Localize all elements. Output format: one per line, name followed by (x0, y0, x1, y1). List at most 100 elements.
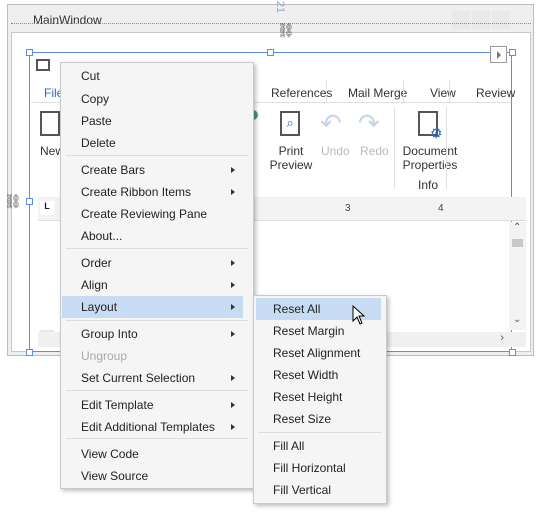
print-preview-button[interactable]: Print Preview (262, 144, 320, 172)
print-preview-icon[interactable]: ⌕ (280, 111, 300, 136)
menu-item-create-reviewing-pane[interactable]: Create Reviewing Pane (62, 203, 243, 225)
quick-access-icon[interactable] (36, 59, 50, 71)
menu-item-fill-all[interactable]: Fill All (256, 435, 381, 457)
menu-item-edit-additional-templates[interactable]: Edit Additional Templates (62, 416, 243, 438)
submenu-arrow-icon (231, 402, 235, 408)
menu-item-align[interactable]: Align (62, 274, 243, 296)
scrollbar-thumb[interactable] (512, 239, 523, 247)
menu-item-cut[interactable]: Cut (62, 65, 243, 87)
menu-item-delete[interactable]: Delete (62, 132, 243, 154)
redo-button[interactable]: Redo (360, 144, 389, 158)
menu-item-label: Cut (81, 69, 100, 83)
menu-item-label: Reset Height (273, 390, 343, 404)
submenu-arrow-icon (231, 375, 235, 381)
submenu-arrow-icon (231, 304, 235, 310)
menu-item-paste[interactable]: Paste (62, 110, 243, 132)
minimize-button[interactable] (452, 11, 470, 29)
mouse-cursor-icon (352, 304, 366, 330)
menu-item-view-code[interactable]: View Code (62, 443, 243, 465)
menu-item-create-bars[interactable]: Create Bars (62, 159, 243, 181)
menu-separator (66, 320, 248, 321)
context-menu: Cut Copy Paste Delete Create Bars Create Ribb… (60, 62, 254, 489)
tab-separator (403, 80, 404, 102)
menu-item-label: Ungroup (81, 349, 128, 363)
menu-item-reset-width[interactable]: Reset Width (256, 364, 381, 386)
menu-separator (66, 390, 248, 391)
submenu-arrow-icon (231, 189, 235, 195)
menu-item-layout[interactable]: Layout (62, 296, 243, 318)
margin-badge: 21 (274, 0, 287, 14)
menu-item-edit-template[interactable]: Edit Template (62, 394, 243, 416)
menu-separator (259, 432, 381, 433)
layout-submenu: Reset All Reset Margin Reset Alignment Rese… (253, 295, 387, 504)
menu-item-label: About... (81, 229, 123, 243)
menu-item-label: Reset Width (273, 368, 339, 382)
tab-stop-selector[interactable]: L (40, 201, 54, 215)
group-separator (446, 107, 447, 189)
resize-handle[interactable] (26, 198, 33, 205)
tab-separator (449, 80, 450, 102)
document-properties-icon[interactable]: ⚙ (418, 111, 443, 141)
document-properties-button[interactable]: Document Properties (398, 144, 462, 172)
menu-item-label: Reset Size (273, 412, 332, 426)
menu-separator (66, 248, 248, 249)
menu-item-label: Order (81, 256, 112, 270)
link-icon[interactable]: ⛓ (277, 22, 295, 39)
scroll-up-icon[interactable]: ⌃ (513, 222, 521, 233)
resize-handle[interactable] (509, 349, 516, 356)
menu-item-label: Set Current Selection (81, 371, 196, 385)
menu-item-label: Create Bars (81, 163, 146, 177)
menu-item-ungroup[interactable]: Ungroup (62, 345, 243, 367)
submenu-arrow-icon (231, 260, 235, 266)
submenu-arrow-icon (231, 331, 235, 337)
menu-item-label: Copy (81, 92, 110, 106)
close-button[interactable] (492, 11, 510, 29)
menu-item-order[interactable]: Order (62, 252, 243, 274)
submenu-arrow-icon (231, 282, 235, 288)
resize-handle[interactable] (26, 49, 33, 56)
menu-item-label: Reset Margin (273, 324, 345, 338)
tab-mail-merge[interactable]: Mail Merge (348, 86, 407, 100)
tab-review[interactable]: Review (476, 86, 515, 100)
menu-item-label: Edit Template (81, 398, 154, 412)
menu-item-label: View Source (81, 469, 149, 483)
undo-button[interactable]: Undo (321, 144, 350, 158)
menu-item-label: View Code (81, 447, 139, 461)
resize-handle[interactable] (267, 49, 274, 56)
menu-item-label: Create Ribbon Items (81, 185, 192, 199)
menu-item-view-source[interactable]: View Source (62, 465, 243, 487)
vertical-scrollbar[interactable]: ⌃ ⌄ (509, 222, 526, 330)
ruler-number: 4 (438, 203, 444, 214)
smart-tag-button[interactable] (490, 46, 507, 63)
menu-item-about[interactable]: About... (62, 225, 243, 247)
menu-item-label: Group Into (81, 327, 138, 341)
menu-item-label: Fill All (273, 439, 305, 453)
resize-handle[interactable] (509, 49, 516, 56)
submenu-arrow-icon (231, 167, 235, 173)
ruler-number: 3 (345, 203, 351, 214)
scroll-down-icon[interactable]: ⌄ (513, 314, 521, 325)
group-label-info: Info (418, 178, 439, 192)
undo-icon: ↶ (320, 108, 342, 138)
scroll-right-icon[interactable]: › (500, 332, 504, 344)
menu-item-group-into[interactable]: Group Into (62, 323, 243, 345)
menu-item-label: Create Reviewing Pane (81, 207, 208, 221)
menu-item-label: Layout (81, 300, 118, 314)
menu-item-create-ribbon-items[interactable]: Create Ribbon Items (62, 181, 243, 203)
menu-item-fill-horizontal[interactable]: Fill Horizontal (256, 457, 381, 479)
menu-item-reset-size[interactable]: Reset Size (256, 408, 381, 430)
menu-item-reset-alignment[interactable]: Reset Alignment (256, 342, 381, 364)
menu-separator (66, 155, 248, 156)
menu-item-set-current-selection[interactable]: Set Current Selection (62, 367, 243, 389)
new-document-icon[interactable] (40, 111, 60, 136)
resize-handle[interactable] (26, 349, 33, 356)
menu-item-reset-height[interactable]: Reset Height (256, 386, 381, 408)
tab-references[interactable]: References (271, 86, 332, 100)
margin-guide (11, 23, 531, 24)
maximize-button[interactable] (472, 11, 490, 29)
tab-view[interactable]: View (430, 86, 456, 100)
submenu-arrow-icon (231, 424, 235, 430)
link-icon[interactable]: ⛓ (4, 193, 22, 210)
menu-item-copy[interactable]: Copy (62, 88, 243, 110)
menu-item-fill-vertical[interactable]: Fill Vertical (256, 479, 381, 501)
